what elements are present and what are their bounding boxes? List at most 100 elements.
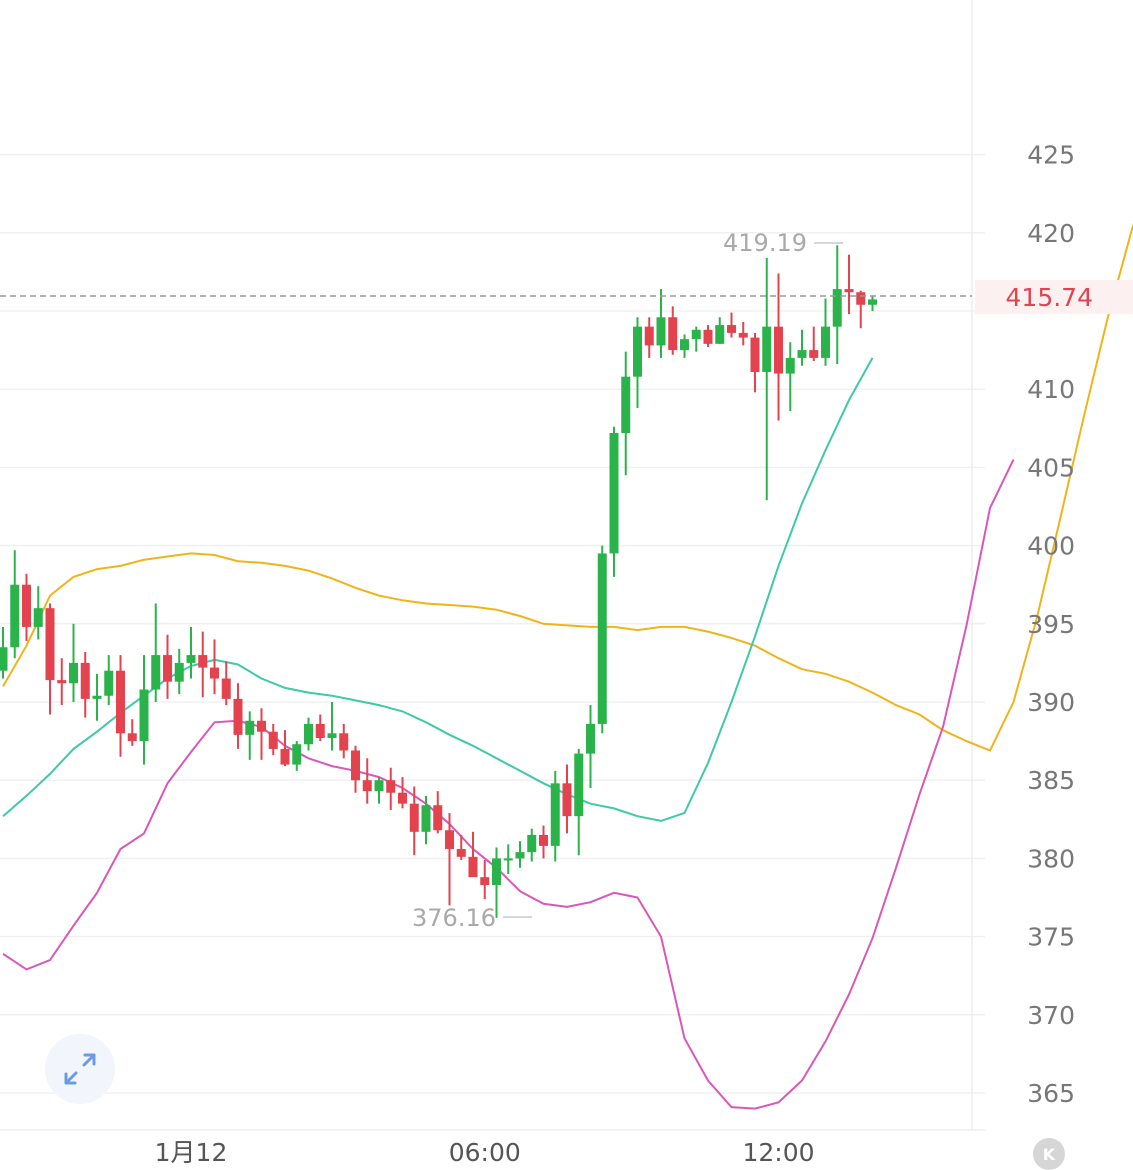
candle-body xyxy=(210,667,219,679)
candle-body xyxy=(727,325,736,333)
candle xyxy=(644,317,654,358)
candle xyxy=(868,295,877,311)
candle xyxy=(69,623,78,702)
candle xyxy=(797,329,807,366)
candle-body xyxy=(151,655,161,690)
candle xyxy=(738,321,748,346)
candle xyxy=(832,245,842,365)
candle xyxy=(715,317,725,344)
candle-body xyxy=(198,655,208,668)
candle-body xyxy=(633,326,642,377)
upper-band-line xyxy=(2,222,1133,752)
candle-body xyxy=(832,289,842,327)
y-tick-label: 385 xyxy=(1027,766,1075,795)
candle xyxy=(609,426,619,577)
candle xyxy=(433,791,443,834)
candle xyxy=(351,745,360,793)
candle-body xyxy=(315,723,325,738)
candle-body xyxy=(69,662,78,684)
candle-body xyxy=(868,299,877,305)
candle-body xyxy=(116,670,125,734)
candle-body xyxy=(750,337,760,372)
candle xyxy=(163,634,172,699)
candle-body xyxy=(421,805,431,832)
candle-body xyxy=(92,695,102,699)
y-tick-label: 405 xyxy=(1027,453,1075,482)
candle-body xyxy=(221,678,231,699)
candle-body xyxy=(844,289,854,293)
candle-body xyxy=(304,723,313,745)
candle xyxy=(198,631,208,698)
candle-body xyxy=(621,376,631,433)
candle xyxy=(33,586,43,640)
candle-body xyxy=(80,662,90,699)
candle xyxy=(821,298,830,366)
candle xyxy=(186,626,196,679)
candle xyxy=(668,306,678,355)
lower-band-line xyxy=(2,459,1015,1110)
candle-body xyxy=(785,357,795,374)
k-badge-icon[interactable]: K xyxy=(1033,1138,1065,1170)
candle-body xyxy=(539,834,548,846)
candle xyxy=(374,777,384,804)
candle-body xyxy=(104,670,114,696)
candle-body xyxy=(609,432,619,554)
candle xyxy=(398,777,407,809)
candle-body xyxy=(738,332,748,338)
candle xyxy=(151,603,161,702)
x-tick-label: 1月12 xyxy=(155,1138,228,1165)
candle xyxy=(480,859,490,900)
candle xyxy=(327,702,337,751)
candle-body xyxy=(515,852,525,859)
candle xyxy=(174,648,184,695)
y-tick-label: 390 xyxy=(1027,688,1075,717)
candlestick-chart: 425 420 410 405 400 395 390 385 380 375 370 365 1月1… xyxy=(0,0,1133,1165)
candle-body xyxy=(797,350,807,358)
y-tick-label: 410 xyxy=(1027,375,1075,404)
x-tick-label: 12:00 xyxy=(742,1138,814,1165)
candle xyxy=(727,312,736,338)
candle-body xyxy=(597,553,607,724)
candle xyxy=(680,334,689,358)
candle-body xyxy=(856,292,866,305)
candle-body xyxy=(163,655,172,682)
candle-body xyxy=(245,720,255,735)
y-tick-label: 400 xyxy=(1027,532,1075,561)
candle xyxy=(597,545,607,734)
candle xyxy=(703,325,713,347)
candle-body xyxy=(139,689,149,742)
expand-chart-button[interactable] xyxy=(45,1034,115,1104)
candle-body xyxy=(468,856,478,878)
candle xyxy=(844,254,854,315)
candle xyxy=(139,655,149,765)
candle xyxy=(468,831,478,878)
candle xyxy=(57,658,67,706)
candle xyxy=(574,748,584,856)
candle-body xyxy=(480,877,490,885)
low-annotation: 376.16 xyxy=(412,904,496,932)
candle-body xyxy=(433,805,443,831)
candle-body xyxy=(409,803,419,832)
candle xyxy=(421,795,431,845)
candle-body xyxy=(644,326,654,346)
candle-body xyxy=(268,731,278,749)
candle xyxy=(809,326,819,362)
candle xyxy=(116,655,125,757)
candles xyxy=(0,245,877,918)
current-price-label: 415.74 xyxy=(1006,283,1093,312)
y-tick-label: 365 xyxy=(1027,1079,1075,1108)
candle xyxy=(550,770,560,862)
time-axis: 1月12 06:00 12:00 xyxy=(155,1138,815,1165)
middle-band-line xyxy=(2,357,874,822)
candle-body xyxy=(762,326,772,372)
candle-body xyxy=(809,350,819,358)
candle xyxy=(245,711,255,760)
candle xyxy=(503,844,513,875)
candle-body xyxy=(257,720,266,732)
candle xyxy=(621,351,631,476)
candle-body xyxy=(10,584,20,648)
candle-body xyxy=(57,680,67,684)
candle-body xyxy=(174,662,184,682)
candle xyxy=(233,683,243,749)
candle-body xyxy=(445,830,454,850)
